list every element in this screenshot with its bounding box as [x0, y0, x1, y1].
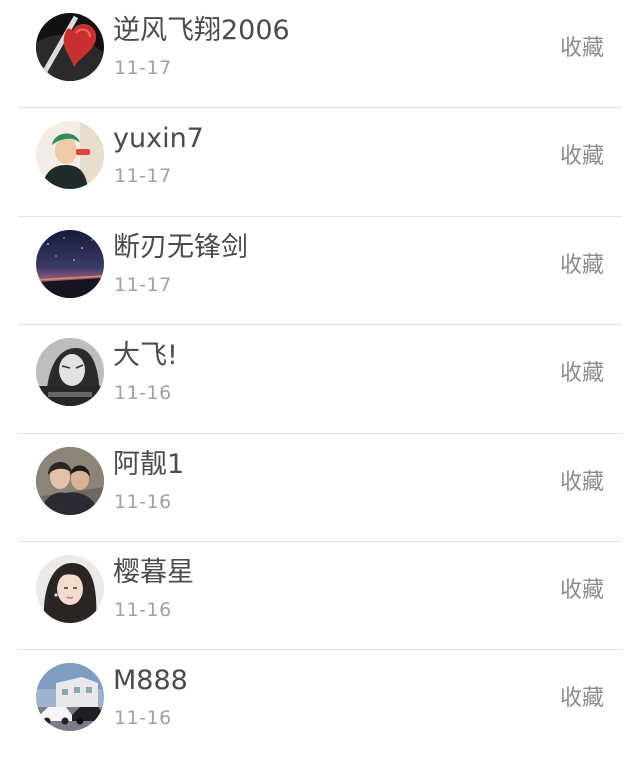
avatar[interactable] [36, 663, 104, 732]
list-item[interactable]: 阿靓1 11-16 收藏 [0, 434, 640, 543]
avatar[interactable] [36, 13, 104, 81]
date: 11-16 [114, 490, 172, 513]
night-sky-avatar-icon [36, 229, 104, 298]
date: 11-16 [114, 598, 172, 621]
avatar[interactable] [36, 446, 104, 515]
list-item[interactable]: 樱暮星 11-16 收藏 [0, 542, 640, 651]
date: 11-16 [114, 707, 172, 730]
favorite-button[interactable]: 收藏 [560, 576, 604, 606]
girl-portrait-avatar-icon [36, 554, 104, 623]
date: 11-17 [114, 57, 172, 79]
username: 樱暮星 [113, 556, 194, 588]
favorite-button[interactable]: 收藏 [560, 359, 604, 389]
list-item[interactable]: yuxin7 11-17 收藏 [0, 108, 640, 218]
favorite-button[interactable]: 收藏 [560, 468, 604, 498]
avatar[interactable] [36, 554, 104, 623]
avatar[interactable] [36, 338, 104, 407]
list-item[interactable]: 断刃无锋剑 11-17 收藏 [0, 217, 640, 326]
favorite-button[interactable]: 收藏 [560, 684, 604, 714]
green-hair-person-avatar-icon [36, 121, 104, 190]
favorite-button[interactable]: 收藏 [560, 142, 604, 172]
avatar[interactable] [36, 229, 104, 298]
username: yuxin7 [113, 123, 204, 155]
favorite-button[interactable]: 收藏 [560, 34, 604, 64]
avatar[interactable] [36, 121, 104, 190]
username: 大飞! [113, 340, 178, 372]
username: 阿靓1 [113, 448, 185, 480]
couple-photo-avatar-icon [36, 446, 104, 515]
date: 11-17 [114, 165, 172, 188]
list-item[interactable]: 大飞! 11-16 收藏 [0, 325, 640, 434]
date: 11-17 [114, 273, 172, 296]
favorite-button[interactable]: 收藏 [560, 251, 604, 281]
username: 断刃无锋剑 [113, 231, 248, 263]
list-item[interactable]: 逆风飞翔2006 11-17 收藏 [0, 0, 640, 109]
favorites-list: 逆风飞翔2006 11-17 收藏 yuxin7 11-17 收藏 断刃无锋剑 … [0, 0, 640, 752]
username: M888 [113, 665, 188, 697]
date: 11-16 [114, 382, 172, 405]
red-heart-dark-avatar-icon [36, 13, 104, 81]
bw-portrait-avatar-icon [36, 338, 104, 407]
username: 逆风飞翔2006 [113, 15, 290, 46]
list-item[interactable]: M888 11-16 收藏 [0, 650, 640, 758]
car-street-avatar-icon [36, 663, 104, 732]
